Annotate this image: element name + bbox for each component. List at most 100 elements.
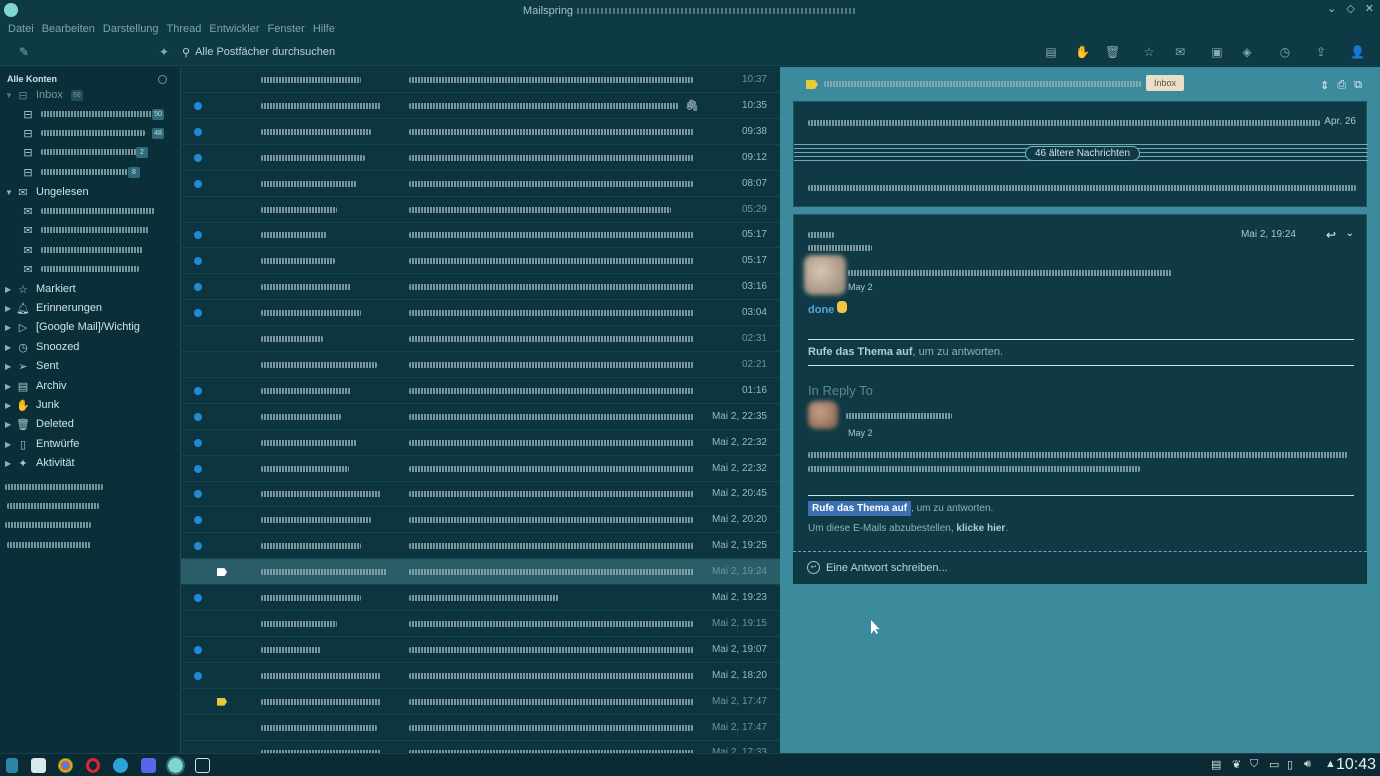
sidebar-item-sent[interactable]: ▶ ➢ Sent	[5, 357, 175, 375]
message-row[interactable]: 05:17	[181, 222, 780, 249]
unread-dot-icon[interactable]	[194, 283, 202, 292]
telegram-icon[interactable]	[113, 758, 128, 773]
expand-arrow-icon[interactable]: ▶	[5, 304, 15, 313]
tray-expand-icon[interactable]: ▲	[1325, 758, 1336, 770]
sidebar-item-junk[interactable]: ▶ ✋ Junk	[5, 396, 175, 414]
sidebar-item-inbox[interactable]: ▼ ⊟ Inbox 68	[5, 86, 175, 104]
sidebar-item-deleted[interactable]: ▶ 🗑 Deleted	[5, 415, 175, 433]
sidebar-item-starred[interactable]: ▶ ☆ Markiert	[5, 280, 175, 298]
leaf-tray-icon[interactable]: ❦	[1232, 758, 1241, 771]
display-tray-icon[interactable]: ▭	[1269, 758, 1279, 771]
expand-arrow-icon[interactable]: ▶	[5, 420, 15, 429]
terminal-icon[interactable]	[195, 758, 210, 773]
open-thread-link[interactable]: Rufe das Thema auf	[808, 346, 913, 358]
message-row[interactable]: Mai 2, 22:32	[181, 430, 780, 456]
message-row[interactable]: Mai 2, 17:33	[181, 740, 780, 753]
sidebar-item-account-b[interactable]	[7, 497, 99, 515]
unread-dot-icon[interactable]	[194, 438, 202, 447]
collapse-arrow-icon[interactable]: ▼	[5, 188, 15, 197]
unread-dot-icon[interactable]	[194, 386, 202, 395]
expand-arrow-icon[interactable]: ▶	[5, 382, 15, 391]
message-row[interactable]: Mai 2, 22:32	[181, 456, 780, 482]
sidebar-item-unread-account-2[interactable]: ✉	[20, 221, 172, 239]
sidebar-item-unread[interactable]: ▼ ✉ Ungelesen	[5, 183, 175, 201]
unread-dot-icon[interactable]	[194, 412, 202, 421]
sidebar-item-inbox-account-2[interactable]: ⊟ 48	[20, 124, 172, 142]
compose-icon[interactable]: ✎	[17, 45, 31, 59]
close-icon[interactable]: ✕	[1365, 2, 1374, 15]
message-row[interactable]: Mai 2, 19:15	[181, 611, 780, 637]
message-row[interactable]: 09:38	[181, 119, 780, 145]
label-chip-inbox[interactable]: Inbox	[1146, 75, 1185, 91]
sidebar-item-account-a[interactable]	[5, 478, 103, 496]
label-icon[interactable]: ◈	[1240, 45, 1254, 59]
account-icon[interactable]: 👤	[1350, 45, 1365, 59]
menu-thread[interactable]: Thread	[163, 21, 206, 39]
expand-arrow-icon[interactable]: ▶	[5, 459, 15, 468]
discord-icon[interactable]	[141, 758, 156, 773]
account-settings-icon[interactable]	[158, 75, 167, 84]
unread-dot-icon[interactable]	[194, 594, 202, 602]
sidebar-item-inbox-account-4[interactable]: ⊟ 8	[20, 163, 172, 181]
message-row[interactable]: 01:16	[181, 378, 780, 404]
message-row[interactable]: Mai 2, 17:47	[181, 689, 780, 715]
sidebar-item-inbox-account-3[interactable]: ⊟ 2	[20, 143, 172, 161]
maximize-icon[interactable]: ◇	[1346, 2, 1354, 15]
message-row[interactable]: Mai 2, 20:20	[181, 507, 780, 534]
menu-hilfe[interactable]: Hilfe	[309, 21, 339, 39]
sidebar-item-archive[interactable]: ▶ ▤ Archiv	[5, 377, 175, 395]
menu-darstellung[interactable]: Darstellung	[99, 21, 163, 39]
expand-arrow-icon[interactable]: ▶	[5, 285, 15, 294]
unread-dot-icon[interactable]	[194, 464, 202, 473]
sidebar-item-reminders[interactable]: ▶ 🔔︎ Erinnerungen	[5, 299, 175, 317]
menu-bearbeiten[interactable]: Bearbeiten	[38, 21, 99, 39]
start-menu-icon[interactable]	[6, 758, 18, 773]
message-row[interactable]: 05:17	[181, 248, 780, 275]
opera-icon[interactable]	[86, 758, 100, 773]
trash-icon[interactable]: 🗑	[1105, 45, 1120, 59]
move-to-folder-icon[interactable]: ▣	[1210, 45, 1224, 59]
sidebar-item-important[interactable]: ▶ ▷ [Google Mail]/Wichtig	[5, 318, 175, 336]
open-thread-link-highlighted[interactable]: Rufe das Thema auf	[808, 501, 912, 516]
archive-icon[interactable]: ▤	[1044, 45, 1058, 59]
unread-dot-icon[interactable]	[194, 153, 202, 162]
unread-dot-icon[interactable]	[194, 179, 202, 188]
sidebar-item-snoozed[interactable]: ▶ ◷ Snoozed	[5, 338, 175, 356]
menu-datei[interactable]: Datei	[4, 21, 38, 39]
mailspring-taskbar-icon[interactable]	[166, 756, 185, 775]
message-row[interactable]: 03:04	[181, 300, 780, 327]
collapse-arrow-icon[interactable]: ▼	[5, 91, 15, 100]
popout-icon[interactable]: ⧉	[1354, 79, 1362, 92]
message-row[interactable]: Mai 2, 17:47	[181, 715, 780, 741]
message-row[interactable]: Mai 2, 19:24	[181, 559, 780, 586]
unread-dot-icon[interactable]	[194, 645, 202, 654]
message-row[interactable]: Mai 2, 22:35	[181, 404, 780, 430]
volume-icon[interactable]: 🔊︎	[1304, 758, 1311, 771]
unread-dot-icon[interactable]	[194, 257, 202, 266]
message-row[interactable]: 02:21	[181, 352, 780, 378]
message-row[interactable]: 09:12	[181, 145, 780, 171]
sidebar-item-activity[interactable]: ▶ ✦ Aktivität	[5, 454, 175, 472]
activity-icon[interactable]: ✦	[157, 45, 171, 59]
snooze-icon[interactable]: ◷	[1278, 45, 1292, 59]
print-icon[interactable]: ⎙	[1337, 79, 1346, 92]
message-row[interactable]: 08:07	[181, 171, 780, 197]
sidebar-item-account-c[interactable]	[5, 516, 91, 534]
unsubscribe-link[interactable]: klicke hier	[956, 523, 1005, 534]
expand-arrow-icon[interactable]: ▶	[5, 343, 15, 352]
message-row[interactable]: Mai 2, 19:25	[181, 533, 780, 560]
sidebar-item-drafts[interactable]: ▶ ▯ Entwürfe	[5, 435, 175, 453]
sidebar-item-unread-account-1[interactable]: ✉	[20, 202, 172, 220]
file-manager-icon[interactable]	[31, 758, 46, 773]
message-row[interactable]: Mai 2, 19:07	[181, 637, 780, 663]
important-flag-icon[interactable]	[217, 697, 227, 706]
expand-all-icon[interactable]: ⇕	[1320, 79, 1329, 92]
share-icon[interactable]: ⇪	[1314, 45, 1328, 59]
shield-tray-icon[interactable]: ⛉	[1250, 758, 1258, 771]
unread-dot-icon[interactable]	[194, 231, 202, 240]
mark-unread-icon[interactable]: ✉	[1173, 45, 1187, 59]
unread-dot-icon[interactable]	[194, 490, 202, 499]
unread-dot-icon[interactable]	[194, 127, 202, 136]
expand-arrow-icon[interactable]: ▶	[5, 401, 15, 410]
important-flag-icon[interactable]	[217, 568, 227, 577]
